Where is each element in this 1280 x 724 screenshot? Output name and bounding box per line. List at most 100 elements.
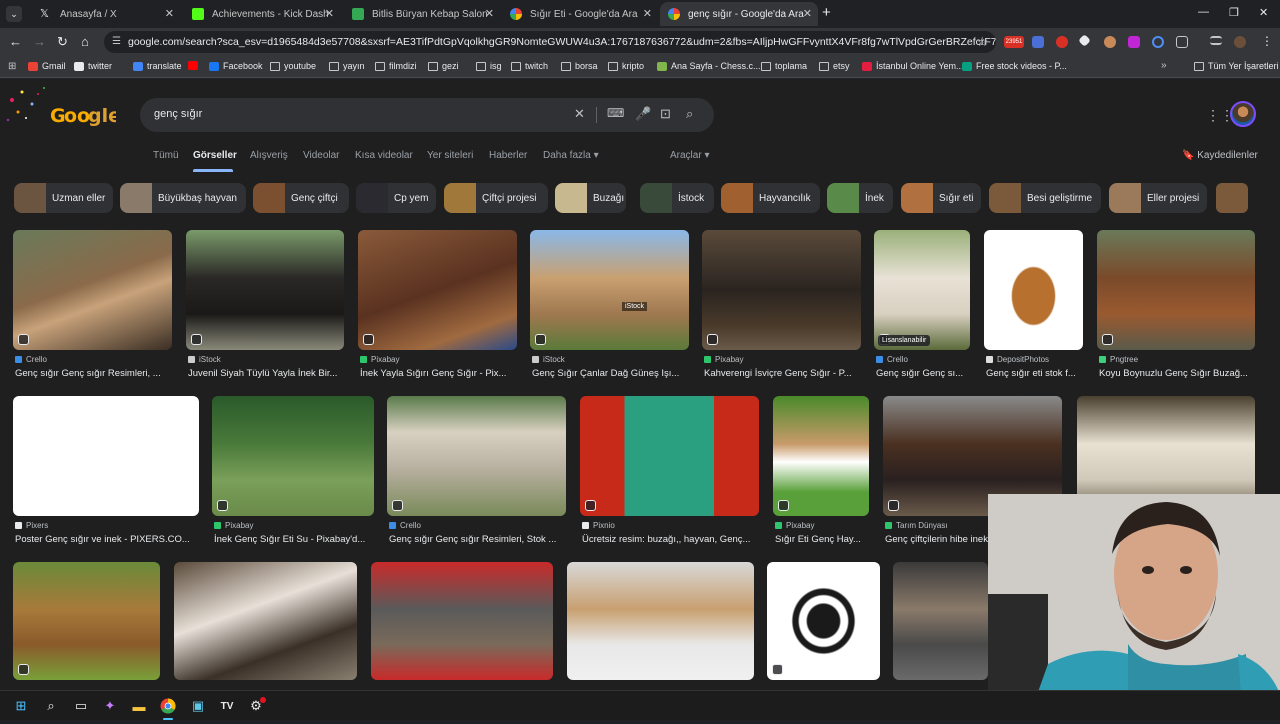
image-thumbnail[interactable]	[567, 562, 754, 680]
bookmark-star-icon[interactable]: ☆	[976, 34, 988, 50]
result-title[interactable]: Genç sığır eti stok f...	[986, 368, 1083, 379]
bookmark-item[interactable]: etsy	[819, 61, 850, 71]
home-icon[interactable]: ⌂	[81, 34, 89, 49]
task-view-icon[interactable]: ▭	[73, 698, 89, 714]
image-result[interactable]: iStock Juvenil Siyah Tüylü Yayla İnek Bir…	[186, 230, 344, 394]
result-title[interactable]: Koyu Boynuzlu Genç Sığır Buzağ...	[1099, 368, 1255, 379]
saved-button[interactable]: 🔖 Kaydedilenler	[1182, 150, 1258, 161]
bookmark-item[interactable]: Facebook	[209, 61, 263, 71]
translate-extension-icon[interactable]	[1032, 36, 1044, 48]
close-tab-icon[interactable]: ✕	[485, 7, 494, 20]
result-title[interactable]: Poster Genç sığır ve inek - PIXERS.CO...	[15, 534, 199, 545]
chip-filter[interactable]: İstock	[640, 183, 714, 213]
image-thumbnail[interactable]	[893, 562, 988, 680]
chip-filter[interactable]: Sığır eti	[901, 183, 981, 213]
image-thumbnail[interactable]	[387, 396, 566, 516]
chip-overflow-thumb[interactable]	[1216, 183, 1248, 213]
site-info-icon[interactable]: ☰	[112, 36, 121, 47]
image-thumbnail[interactable]: iStock	[530, 230, 689, 350]
image-result[interactable]: DepositPhotos Genç sığır eti stok f...	[984, 230, 1083, 394]
bookmark-item[interactable]: İstanbul Online Yem...	[862, 61, 964, 71]
image-result[interactable]: Crello Genç sığır Genç sığır Resimleri, S…	[387, 396, 566, 560]
tradingview-icon[interactable]: TV	[219, 698, 235, 714]
image-thumbnail[interactable]	[371, 562, 553, 680]
bookmark-item[interactable]: filmdizi	[375, 61, 417, 71]
extension-icon-2[interactable]	[1104, 36, 1116, 48]
restore-icon[interactable]: ❐	[1229, 6, 1239, 19]
tab-images[interactable]: Görseller	[193, 150, 237, 161]
image-thumbnail[interactable]	[13, 230, 172, 350]
result-title[interactable]: Genç Sığır Çanlar Dağ Güneş Işı...	[532, 368, 689, 379]
file-explorer-icon[interactable]: ▬	[131, 698, 147, 714]
media-control-icon[interactable]	[1210, 36, 1222, 45]
result-title[interactable]: İnek Genç Sığır Eti Su - Pixabay'd...	[214, 534, 374, 545]
tab-2[interactable]: Achievements - Kick Dashboard✕	[184, 2, 340, 26]
result-title[interactable]: Juvenil Siyah Tüylü Yayla İnek Bir...	[188, 368, 344, 379]
chip-filter[interactable]: Büyükbaş hayvan	[120, 183, 246, 213]
keyboard-icon[interactable]: ⌨	[607, 106, 624, 120]
adblock-icon[interactable]	[1056, 36, 1068, 48]
tab-search-7[interactable]: Daha fazla ▾	[543, 150, 599, 161]
address-bar[interactable]: ☰ google.com/search?sca_esv=d1965484d3e5…	[104, 31, 996, 53]
minimize-icon[interactable]: —	[1198, 6, 1209, 18]
apps-grid-icon[interactable]: ⊞	[8, 61, 16, 72]
image-thumbnail[interactable]	[174, 562, 357, 680]
close-tab-icon[interactable]: ✕	[803, 7, 812, 20]
image-result[interactable]: Pixabay Sığır Eti Genç Hay...	[773, 396, 869, 560]
copilot-icon[interactable]: ✦	[102, 698, 118, 714]
bookmark-item[interactable]: youtube	[270, 61, 316, 71]
lens-icon[interactable]: ⊡	[660, 106, 671, 122]
chip-filter[interactable]: İnek	[827, 183, 893, 213]
bookmarks-overflow-icon[interactable]: »	[1161, 60, 1167, 71]
tab-search-3[interactable]: Videolar	[303, 150, 340, 161]
tab-search-0[interactable]: Tümü	[153, 150, 179, 161]
extension-icon-3[interactable]	[1128, 36, 1140, 48]
search-input[interactable]: genç sığır	[154, 108, 202, 120]
image-result[interactable]: Pngtree Koyu Boynuzlu Genç Sığır Buzağ...	[1097, 230, 1255, 394]
bookmark-item[interactable]: twitter	[74, 61, 112, 71]
google-doodle-logo[interactable]: G oo gle	[4, 84, 116, 132]
bookmark-item[interactable]: gezi	[428, 61, 459, 71]
image-thumbnail[interactable]	[702, 230, 861, 350]
tab-search-5[interactable]: Yer siteleri	[427, 150, 473, 161]
image-result[interactable]: Lisanslanabilir Crello Genç sığır Genç sı.…	[874, 230, 970, 394]
image-thumbnail[interactable]	[13, 396, 199, 516]
chip-filter[interactable]: Buzağı	[555, 183, 626, 213]
result-title[interactable]: Genç sığır Genç sı...	[876, 368, 970, 379]
image-result[interactable]: Pixabay İnek Genç Sığır Eti Su - Pixabay'…	[212, 396, 374, 560]
result-title[interactable]: Genç sığır Genç sığır Resimleri, ...	[15, 368, 172, 379]
chip-filter[interactable]: Uzman eller	[14, 183, 113, 213]
chip-filter[interactable]: Besi geliştirme	[989, 183, 1101, 213]
puzzle-extensions-icon[interactable]	[1176, 36, 1188, 48]
profile-icon[interactable]	[1234, 36, 1246, 48]
new-tab-button[interactable]: +	[822, 4, 831, 21]
menu-icon[interactable]: ⋮	[1261, 34, 1273, 48]
bookmark-item[interactable]	[188, 61, 202, 70]
tab-5[interactable]: genç sığır - Google'da Ara ✕	[660, 2, 818, 26]
bookmark-item[interactable]: translate	[133, 61, 182, 71]
result-title[interactable]: Ücretsiz resim: buzağı,, hayvan, Genç...	[582, 534, 759, 545]
reload-icon[interactable]: ↻	[57, 34, 68, 50]
result-title[interactable]: Genç sığır Genç sığır Resimleri, Stok ..…	[389, 534, 566, 545]
microphone-icon[interactable]: 🎤	[635, 106, 651, 122]
close-tab-icon[interactable]: ✕	[643, 7, 652, 20]
bookmark-item[interactable]: twitch	[511, 61, 548, 71]
all-bookmarks-folder[interactable]: Tüm Yer İşaretleri	[1194, 61, 1279, 71]
tools-button[interactable]: Araçlar ▾	[670, 150, 710, 161]
close-tab-icon[interactable]: ✕	[165, 7, 174, 20]
extension-badge[interactable]: 23951	[1004, 36, 1024, 48]
image-thumbnail[interactable]	[767, 562, 880, 680]
result-title[interactable]: İnek Yayla Sığırı Genç Sığır - Pix...	[360, 368, 517, 379]
image-thumbnail[interactable]	[186, 230, 344, 350]
app-icon[interactable]: ▣	[190, 698, 206, 714]
bookmark-item[interactable]: Ana Sayfa - Chess.c...	[657, 61, 761, 71]
search-box[interactable]: genç sığır ✕ ⌨ 🎤 ⊡ ⌕	[140, 98, 714, 132]
result-title[interactable]: Kahverengi İsviçre Genç Sığır - P...	[704, 368, 861, 379]
image-thumbnail[interactable]: Lisanslanabilir	[874, 230, 970, 350]
tab-1[interactable]: 𝕏 Anasayfa / X ✕	[32, 2, 180, 26]
tab-search-4[interactable]: Kısa videolar	[355, 150, 413, 161]
bookmark-item[interactable]: toplama	[761, 61, 807, 71]
account-avatar[interactable]	[1230, 101, 1256, 127]
tab-4[interactable]: Sığır Eti - Google'da Ara ✕	[502, 2, 658, 26]
image-thumbnail[interactable]	[1097, 230, 1255, 350]
